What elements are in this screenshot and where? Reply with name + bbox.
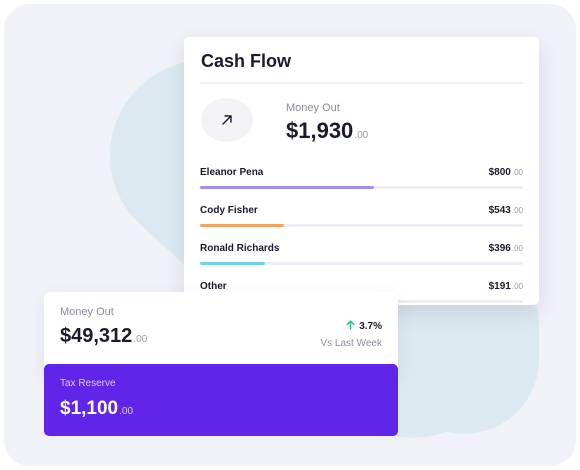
progress-fill [200,186,375,189]
row-cents: .00 [511,206,523,215]
row-dollars: $543 [488,205,511,216]
cash-flow-row-cody-fisher[interactable]: Cody Fisher $543.00 [200,200,523,238]
money-out-cents: .00 [133,334,148,345]
row-amount: $543.00 [489,205,523,216]
money-out-dollars: $49,312 [60,325,133,347]
change-percent: 3.7% [359,321,382,332]
cash-flow-summary-amount: $1,930.00 [286,118,368,144]
progress-fill [200,224,284,227]
tax-reserve-dollars: $1,100 [60,398,119,419]
tax-reserve-cents: .00 [119,406,134,417]
cash-flow-divider [200,82,523,84]
row-cents: .00 [511,282,523,291]
row-amount: $800.00 [489,167,523,178]
row-dollars: $800 [488,167,511,178]
row-dollars: $191 [488,281,511,292]
tax-reserve-label: Tax Reserve [60,378,116,389]
cash-flow-summary-label: Money Out [286,102,340,114]
dashboard-background: Cash Flow Money Out $1,930.00 Eleanor Pe… [4,4,576,466]
row-name: Other [200,281,227,292]
money-out-label: Money Out [60,306,114,318]
row-cents: .00 [511,244,523,253]
money-out-amount: $49,312.00 [60,325,147,348]
row-name: Cody Fisher [200,205,258,216]
progress-track [200,224,523,227]
progress-track [200,186,523,189]
change-indicator: 3.7% [346,320,382,333]
row-amount: $191.00 [489,281,523,292]
row-amount: $396.00 [489,243,523,254]
tax-reserve-card[interactable]: Tax Reserve $1,100.00 [44,364,398,436]
cash-flow-card: Cash Flow Money Out $1,930.00 Eleanor Pe… [184,37,539,305]
cash-flow-row-eleanor-pena[interactable]: Eleanor Pena $800.00 [200,162,523,200]
row-name: Ronald Richards [200,243,280,254]
cash-flow-summary-dollars: $1,930 [286,118,354,143]
arrow-up-icon [346,320,355,333]
row-cents: .00 [511,168,523,177]
comparison-label: Vs Last Week [320,338,382,349]
cash-flow-summary-cents: .00 [354,130,369,141]
progress-track [200,262,523,265]
cash-flow-title: Cash Flow [201,51,292,71]
money-out-card: Money Out $49,312.00 3.7% Vs Last Week [44,292,398,372]
tax-reserve-amount: $1,100.00 [60,398,133,420]
row-name: Eleanor Pena [200,167,264,178]
cash-flow-row-ronald-richards[interactable]: Ronald Richards $396.00 [200,238,523,276]
cash-flow-summary: Money Out $1,930.00 [200,94,523,162]
arrow-up-right-icon [201,98,253,142]
row-dollars: $396 [488,243,511,254]
progress-fill [200,262,265,265]
